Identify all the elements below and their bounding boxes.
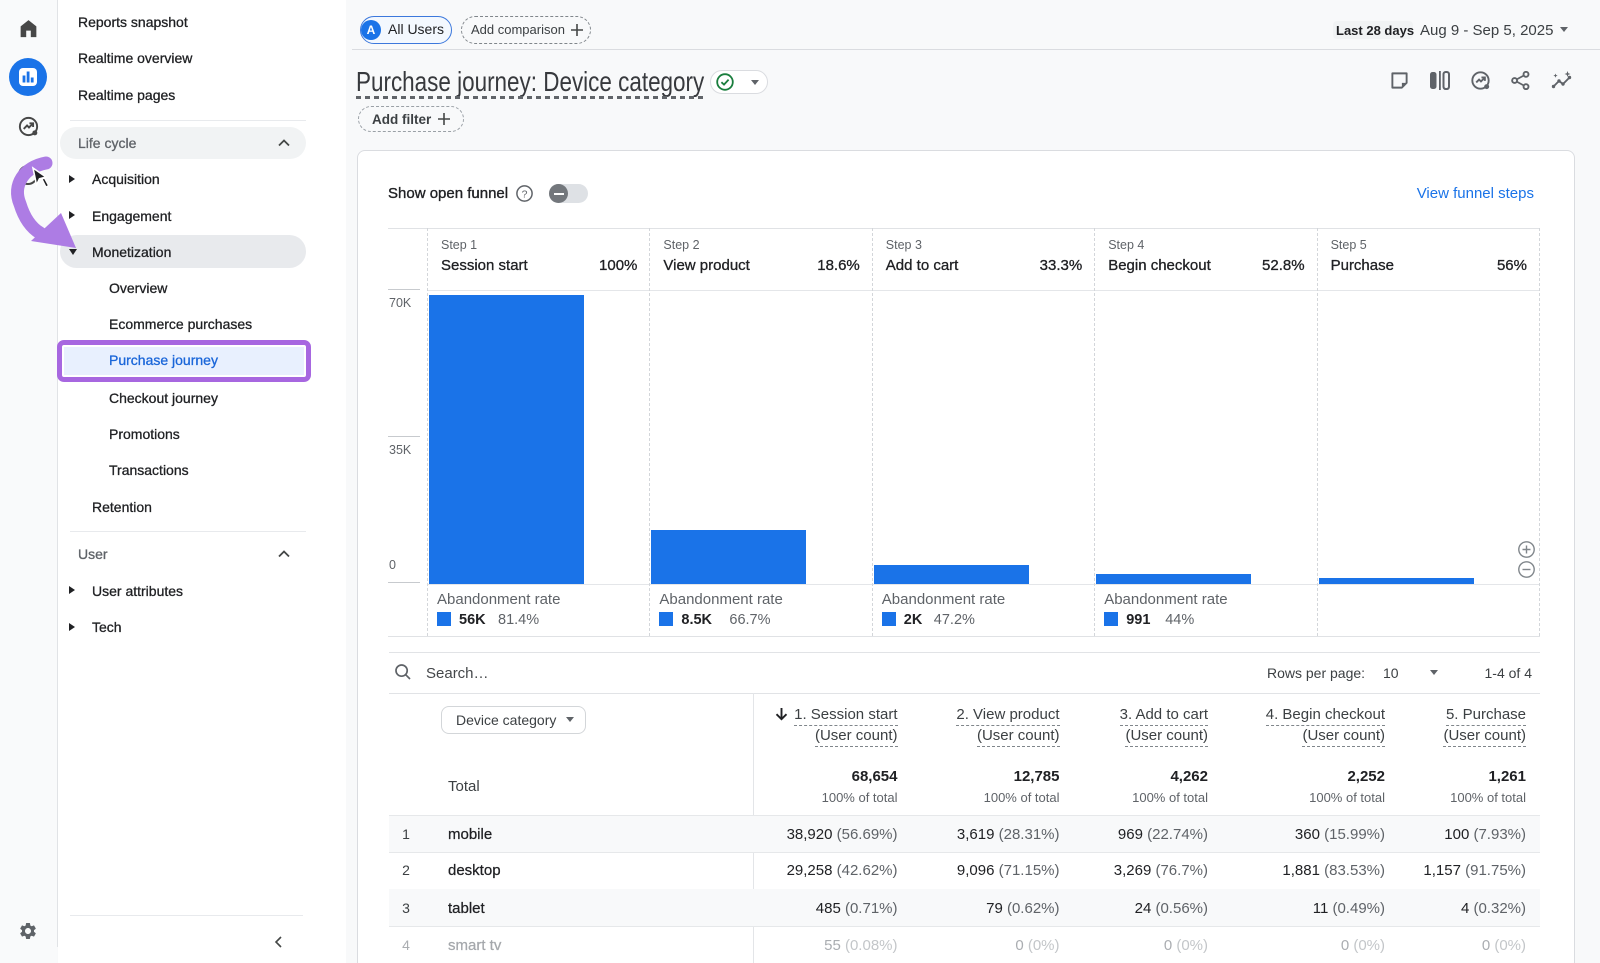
svg-text:?: ? [522,188,528,200]
